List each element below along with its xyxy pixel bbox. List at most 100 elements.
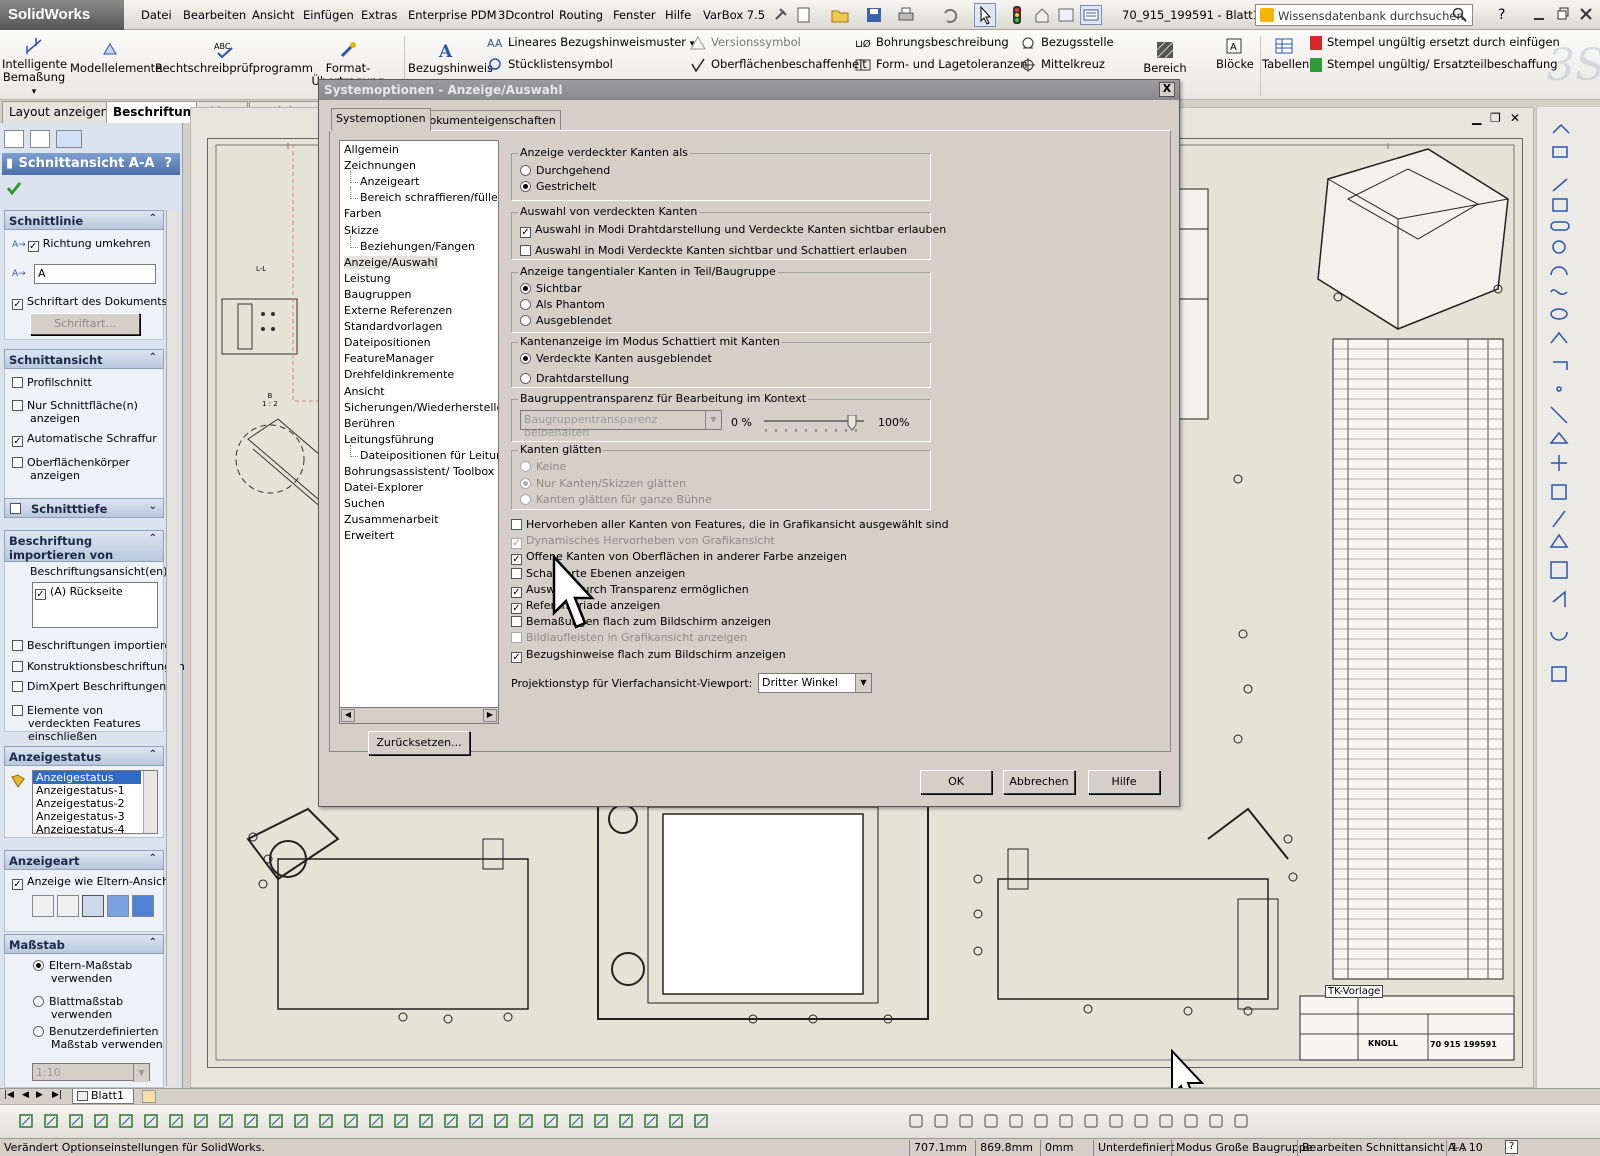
table-edit-icon[interactable] [1158, 1113, 1174, 1129]
tree-item[interactable]: Anzeige/Auswahl [344, 255, 438, 269]
profilschnitt[interactable]: Profilschnitt [12, 376, 92, 389]
sheet-nav-first-icon[interactable]: |◀ [4, 1090, 14, 1100]
move-icon[interactable] [1133, 1113, 1149, 1129]
option-checkbox[interactable]: Bemaßungen flach zum Bildschirm anzeigen [511, 615, 771, 628]
hole-callout-button[interactable]: ⊔Ø Bohrungsbeschreibung [855, 35, 1009, 50]
font-button[interactable]: Schriftart... [30, 313, 140, 335]
axis-icon[interactable] [293, 1113, 309, 1129]
stop-icon[interactable] [1183, 1113, 1199, 1129]
pin-icon[interactable] [770, 5, 792, 25]
note-button[interactable]: A Bezugshinweis [408, 40, 493, 75]
eltern-massstab[interactable]: Eltern-Maßstab verwenden [33, 959, 163, 985]
tree-item[interactable]: Ansicht [344, 385, 385, 398]
red-square-icon[interactable] [1208, 1113, 1224, 1129]
richtung-umkehren[interactable]: A→ ✓ Richtung umkehren [12, 237, 151, 252]
tables-button[interactable]: Tabellen [1262, 36, 1309, 71]
menu-enterprise-pdm[interactable]: Enterprise PDM [408, 8, 497, 22]
wireframe-icon[interactable] [32, 895, 54, 917]
scroll-left-icon[interactable]: ◀ [341, 709, 355, 722]
new-document-icon[interactable] [795, 6, 813, 24]
reset-button[interactable]: Zurücksetzen... [368, 731, 470, 755]
menu-einfuegen[interactable]: Einfügen [303, 8, 354, 22]
massstab-header[interactable]: Maßstab ⌃ [4, 934, 164, 954]
checkbox-box[interactable] [511, 519, 522, 530]
rebuild-icon[interactable] [1033, 6, 1051, 24]
datum-feature-button[interactable]: Bezugsstelle [1020, 35, 1114, 50]
check-wireframe-selection[interactable]: ✓ Auswahl in Modi Drahtdarstellung und Ve… [520, 223, 946, 238]
tree-item[interactable]: Erweitert [344, 529, 394, 542]
tree-item[interactable]: Bohrungsassistent/ Toolbox [344, 465, 494, 478]
folder-icon[interactable] [983, 1113, 999, 1129]
smart-dimension-button[interactable]: Intelligente Bemaßung ▾ [2, 36, 67, 99]
block-icon[interactable] [643, 1113, 659, 1129]
checkbox-box[interactable]: ✓ [511, 603, 522, 614]
blatt-massstab[interactable]: Blattmaßstab verwenden [33, 995, 163, 1021]
sheet-nav-prev-icon[interactable]: ◀ [22, 1090, 29, 1100]
section-label-input[interactable]: A [34, 264, 156, 284]
note-icon[interactable] [493, 1113, 509, 1129]
radio-sichtbar[interactable]: Sichtbar [520, 282, 582, 295]
konstruktionsbeschriftungen[interactable]: Konstruktionsbeschriftungen [12, 660, 185, 673]
balloon-icon[interactable] [518, 1113, 534, 1129]
radio-durchgehend[interactable]: Durchgehend [520, 164, 610, 177]
tab-dokumenteigenschaften[interactable]: Dokumenteigenschaften [416, 110, 561, 130]
display-state-item[interactable]: Anzeigestatus-4 [33, 823, 157, 833]
save-icon[interactable] [865, 6, 883, 24]
help-button[interactable]: ? [1498, 7, 1505, 23]
status-mode[interactable]: Modus Große Baugruppe [1171, 1140, 1317, 1156]
anzeige-wie-eltern[interactable]: ✓ Anzeige wie Eltern-Ansicht [12, 875, 173, 890]
transparency-combo[interactable]: Baugruppentransparenz beibehalten ▼ [520, 410, 722, 439]
menu-fenster[interactable]: Fenster [613, 8, 656, 22]
coordinate-icon[interactable] [343, 1113, 359, 1129]
filter-icon[interactable] [18, 1113, 34, 1129]
menu-extras[interactable]: Extras [361, 8, 397, 22]
radio-gestrichelt[interactable]: Gestrichelt [520, 180, 596, 193]
tree-item[interactable]: Dateipositionen für Leitungsf [360, 449, 498, 462]
hole-icon[interactable] [468, 1113, 484, 1129]
tree-item[interactable]: Skizze [344, 224, 379, 237]
area-hatch-button[interactable]: Bereich [1140, 40, 1190, 75]
sheet-nav-last-icon[interactable]: ▶| [52, 1090, 62, 1100]
tab-systemoptionen[interactable]: Systemoptionen [331, 108, 431, 131]
linear-note-pattern-button[interactable]: AA Lineares Bezugshinweismuster ▾ [487, 35, 694, 50]
surface-icon[interactable] [368, 1113, 384, 1129]
sum-icon[interactable] [1083, 1113, 1099, 1129]
tree-item[interactable]: FeatureManager [344, 352, 434, 365]
option-checkbox[interactable]: Hervorheben aller Kanten von Features, d… [511, 518, 949, 531]
plane-icon[interactable] [268, 1113, 284, 1129]
option-checkbox[interactable]: ✓ Bezugshinweise flach zum Bildschirm anz… [511, 648, 786, 663]
tree-item[interactable]: Externe Referenzen [344, 304, 452, 317]
body-icon[interactable] [393, 1113, 409, 1129]
close-icon[interactable] [1578, 6, 1594, 22]
scale-combo[interactable]: 1:10 ▼ [32, 1063, 150, 1082]
radio-keine[interactable]: Keine [520, 460, 566, 473]
tree-item[interactable]: Bereich schraffieren/füllen [360, 191, 498, 204]
status-help[interactable]: ? [1505, 1140, 1519, 1154]
ok-button[interactable]: OK [920, 770, 992, 794]
center-mark-button[interactable]: Mittelkreuz [1020, 57, 1105, 72]
origin-icon[interactable] [318, 1113, 334, 1129]
radio-drahtdarstellung[interactable]: Drahtdarstellung [520, 372, 629, 385]
minimize-icon[interactable] [1532, 8, 1546, 22]
close-view-icon[interactable]: ✕ [1510, 111, 1520, 125]
option-checkbox[interactable]: Bildlaufleisten in Grafikansicht anzeige… [511, 631, 747, 644]
anzeigeart-header[interactable]: Anzeigeart ⌃ [4, 850, 164, 870]
feature-tree-icon[interactable] [4, 130, 24, 148]
menu-ansicht[interactable]: Ansicht [252, 8, 294, 22]
annotation-view-list[interactable]: ✓ (A) Rückseite [32, 582, 158, 628]
automatische-schraffur[interactable]: ✓ Automatische Schraffur [12, 432, 157, 447]
stamp-invalid-spare-button[interactable]: Stempel ungültig/ Ersatzteilbeschaffung [1310, 57, 1558, 72]
line-icon[interactable] [143, 1113, 159, 1129]
restore-view-icon[interactable]: ❐ [1490, 111, 1501, 125]
property-manager-icon[interactable] [30, 130, 50, 148]
scroll-right-icon[interactable]: ▶ [483, 709, 497, 722]
color-icon[interactable] [693, 1113, 709, 1129]
radio-verdeckte-ausgeblendet[interactable]: Verdeckte Kanten ausgeblendet [520, 352, 712, 365]
model-items-button[interactable]: Modellelemente [70, 40, 162, 75]
tree-item[interactable]: Suchen [344, 497, 385, 510]
schnitttiefe-checkbox[interactable] [10, 503, 21, 514]
sheet-nav-next-icon[interactable]: ▶ [36, 1090, 43, 1100]
checkbox-box[interactable] [511, 567, 522, 579]
spell-checker-button[interactable]: ABC Rechtschreibprüfprogramm [155, 40, 313, 75]
spell-icon[interactable] [908, 1113, 924, 1129]
